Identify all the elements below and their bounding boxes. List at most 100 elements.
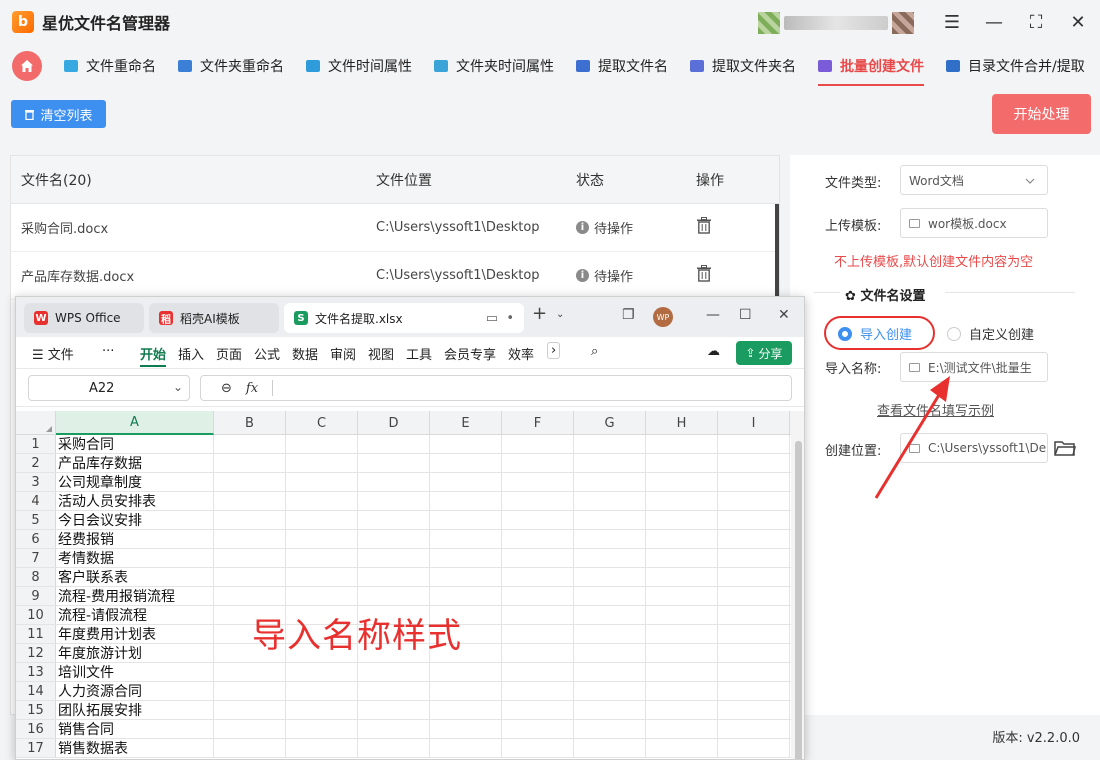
row-header[interactable]: 2 [16,454,56,472]
row-header[interactable]: 10 [16,606,56,624]
tab-extract-filename[interactable]: 提取文件名 [576,44,668,88]
table-row[interactable]: 17 销售数据表 [16,739,791,758]
cell-empty[interactable] [358,473,430,491]
row-header[interactable]: 9 [16,587,56,605]
tab-batch-create[interactable]: 批量创建文件 [818,44,924,88]
cell-empty[interactable] [358,435,430,453]
cell-empty[interactable] [646,720,718,738]
cell-empty[interactable] [646,625,718,643]
row-header[interactable]: 13 [16,663,56,681]
cell-empty[interactable] [646,568,718,586]
cell-empty[interactable] [574,492,646,510]
row-header[interactable]: 12 [16,644,56,662]
cell-empty[interactable] [502,568,574,586]
cell-empty[interactable] [574,606,646,624]
cell-empty[interactable] [430,568,502,586]
cell-empty[interactable] [358,739,430,757]
search-icon[interactable]: ⌕ [591,344,598,359]
cell-empty[interactable] [358,720,430,738]
cell-empty[interactable] [286,663,358,681]
cell-empty[interactable] [718,720,790,738]
cell-empty[interactable] [358,492,430,510]
tab-folder-rename[interactable]: 文件夹重命名 [178,44,284,88]
table-row[interactable]: 13 培训文件 [16,663,791,682]
wps-tab-office[interactable]: W WPS Office [24,303,144,333]
row-header[interactable]: 6 [16,530,56,548]
cell-a[interactable]: 人力资源合同 [56,682,214,700]
cell-empty[interactable] [718,682,790,700]
cell-empty[interactable] [214,473,286,491]
cell-empty[interactable] [502,549,574,567]
cell-empty[interactable] [646,663,718,681]
cell-empty[interactable] [718,473,790,491]
row-header[interactable]: 3 [16,473,56,491]
cell-empty[interactable] [430,739,502,757]
share-button[interactable]: ⇪ 分享 [736,341,792,365]
new-tab-button[interactable]: + [532,303,547,324]
menu-efficiency[interactable]: 效率 [508,344,534,363]
tab-folder-time[interactable]: 文件夹时间属性 [434,44,554,88]
name-box[interactable]: A22 ⌄ [28,375,190,401]
cell-empty[interactable] [214,511,286,529]
cell-empty[interactable] [430,663,502,681]
table-row[interactable]: 7 考情数据 [16,549,791,568]
radio-custom-create[interactable]: 自定义创建 [947,324,1034,343]
menu-home[interactable]: 开始 [140,344,167,367]
cell-empty[interactable] [646,435,718,453]
cell-empty[interactable] [718,568,790,586]
cell-empty[interactable] [358,511,430,529]
cell-empty[interactable] [574,530,646,548]
cell-empty[interactable] [286,682,358,700]
menu-view[interactable]: 视图 [368,344,394,363]
cell-a[interactable]: 销售数据表 [56,739,214,757]
minimize-button[interactable]: — [982,8,1006,36]
cell-empty[interactable] [214,568,286,586]
cell-empty[interactable] [286,530,358,548]
table-row[interactable]: 3 公司规章制度 [16,473,791,492]
cell-empty[interactable] [502,587,574,605]
column-header[interactable]: A [56,411,214,435]
cell-empty[interactable] [718,492,790,510]
cell-empty[interactable] [286,701,358,719]
menu-formula[interactable]: 公式 [254,344,280,363]
cell-empty[interactable] [214,492,286,510]
tab-directory-merge[interactable]: 目录文件合并/提取 [946,44,1085,88]
cell-empty[interactable] [502,492,574,510]
cell-empty[interactable] [286,549,358,567]
cell-empty[interactable] [574,549,646,567]
avatar[interactable]: WP [653,307,673,327]
cell-empty[interactable] [646,644,718,662]
cell-empty[interactable] [430,587,502,605]
table-row[interactable]: 5 今日会议安排 [16,511,791,530]
spreadsheet-grid[interactable]: A B C D E F G H I 1 采购合同 2 产品库存数据 3 公司规章制度 4 活动… [16,411,791,759]
table-row[interactable]: 15 团队拓展安排 [16,701,791,720]
cell-empty[interactable] [646,587,718,605]
row-header[interactable]: 5 [16,511,56,529]
cell-empty[interactable] [286,720,358,738]
column-header[interactable]: G [574,411,646,435]
cell-empty[interactable] [646,530,718,548]
settings-icon[interactable]: ☰ [940,8,964,36]
tab-file-rename[interactable]: 文件重命名 [64,44,156,88]
tab-file-time[interactable]: 文件时间属性 [306,44,412,88]
window-switch-icon[interactable]: ❐ [622,307,635,323]
cell-empty[interactable] [286,587,358,605]
cell-empty[interactable] [502,435,574,453]
cell-empty[interactable] [502,473,574,491]
cloud-upload-icon[interactable]: ☁ [707,344,720,359]
start-process-button[interactable]: 开始处理 [992,94,1091,134]
cell-empty[interactable] [718,606,790,624]
cell-empty[interactable] [358,549,430,567]
cell-empty[interactable] [286,454,358,472]
cell-empty[interactable] [502,720,574,738]
cell-a[interactable]: 考情数据 [56,549,214,567]
cell-a[interactable]: 年度旅游计划 [56,644,214,662]
cell-a[interactable]: 公司规章制度 [56,473,214,491]
cell-a[interactable]: 活动人员安排表 [56,492,214,510]
clear-list-button[interactable]: 清空列表 [11,100,106,128]
cell-a[interactable]: 流程-请假流程 [56,606,214,624]
cell-empty[interactable] [214,701,286,719]
column-header[interactable]: B [214,411,286,435]
table-row[interactable]: 6 经费报销 [16,530,791,549]
wps-minimize-button[interactable]: — [706,307,720,323]
